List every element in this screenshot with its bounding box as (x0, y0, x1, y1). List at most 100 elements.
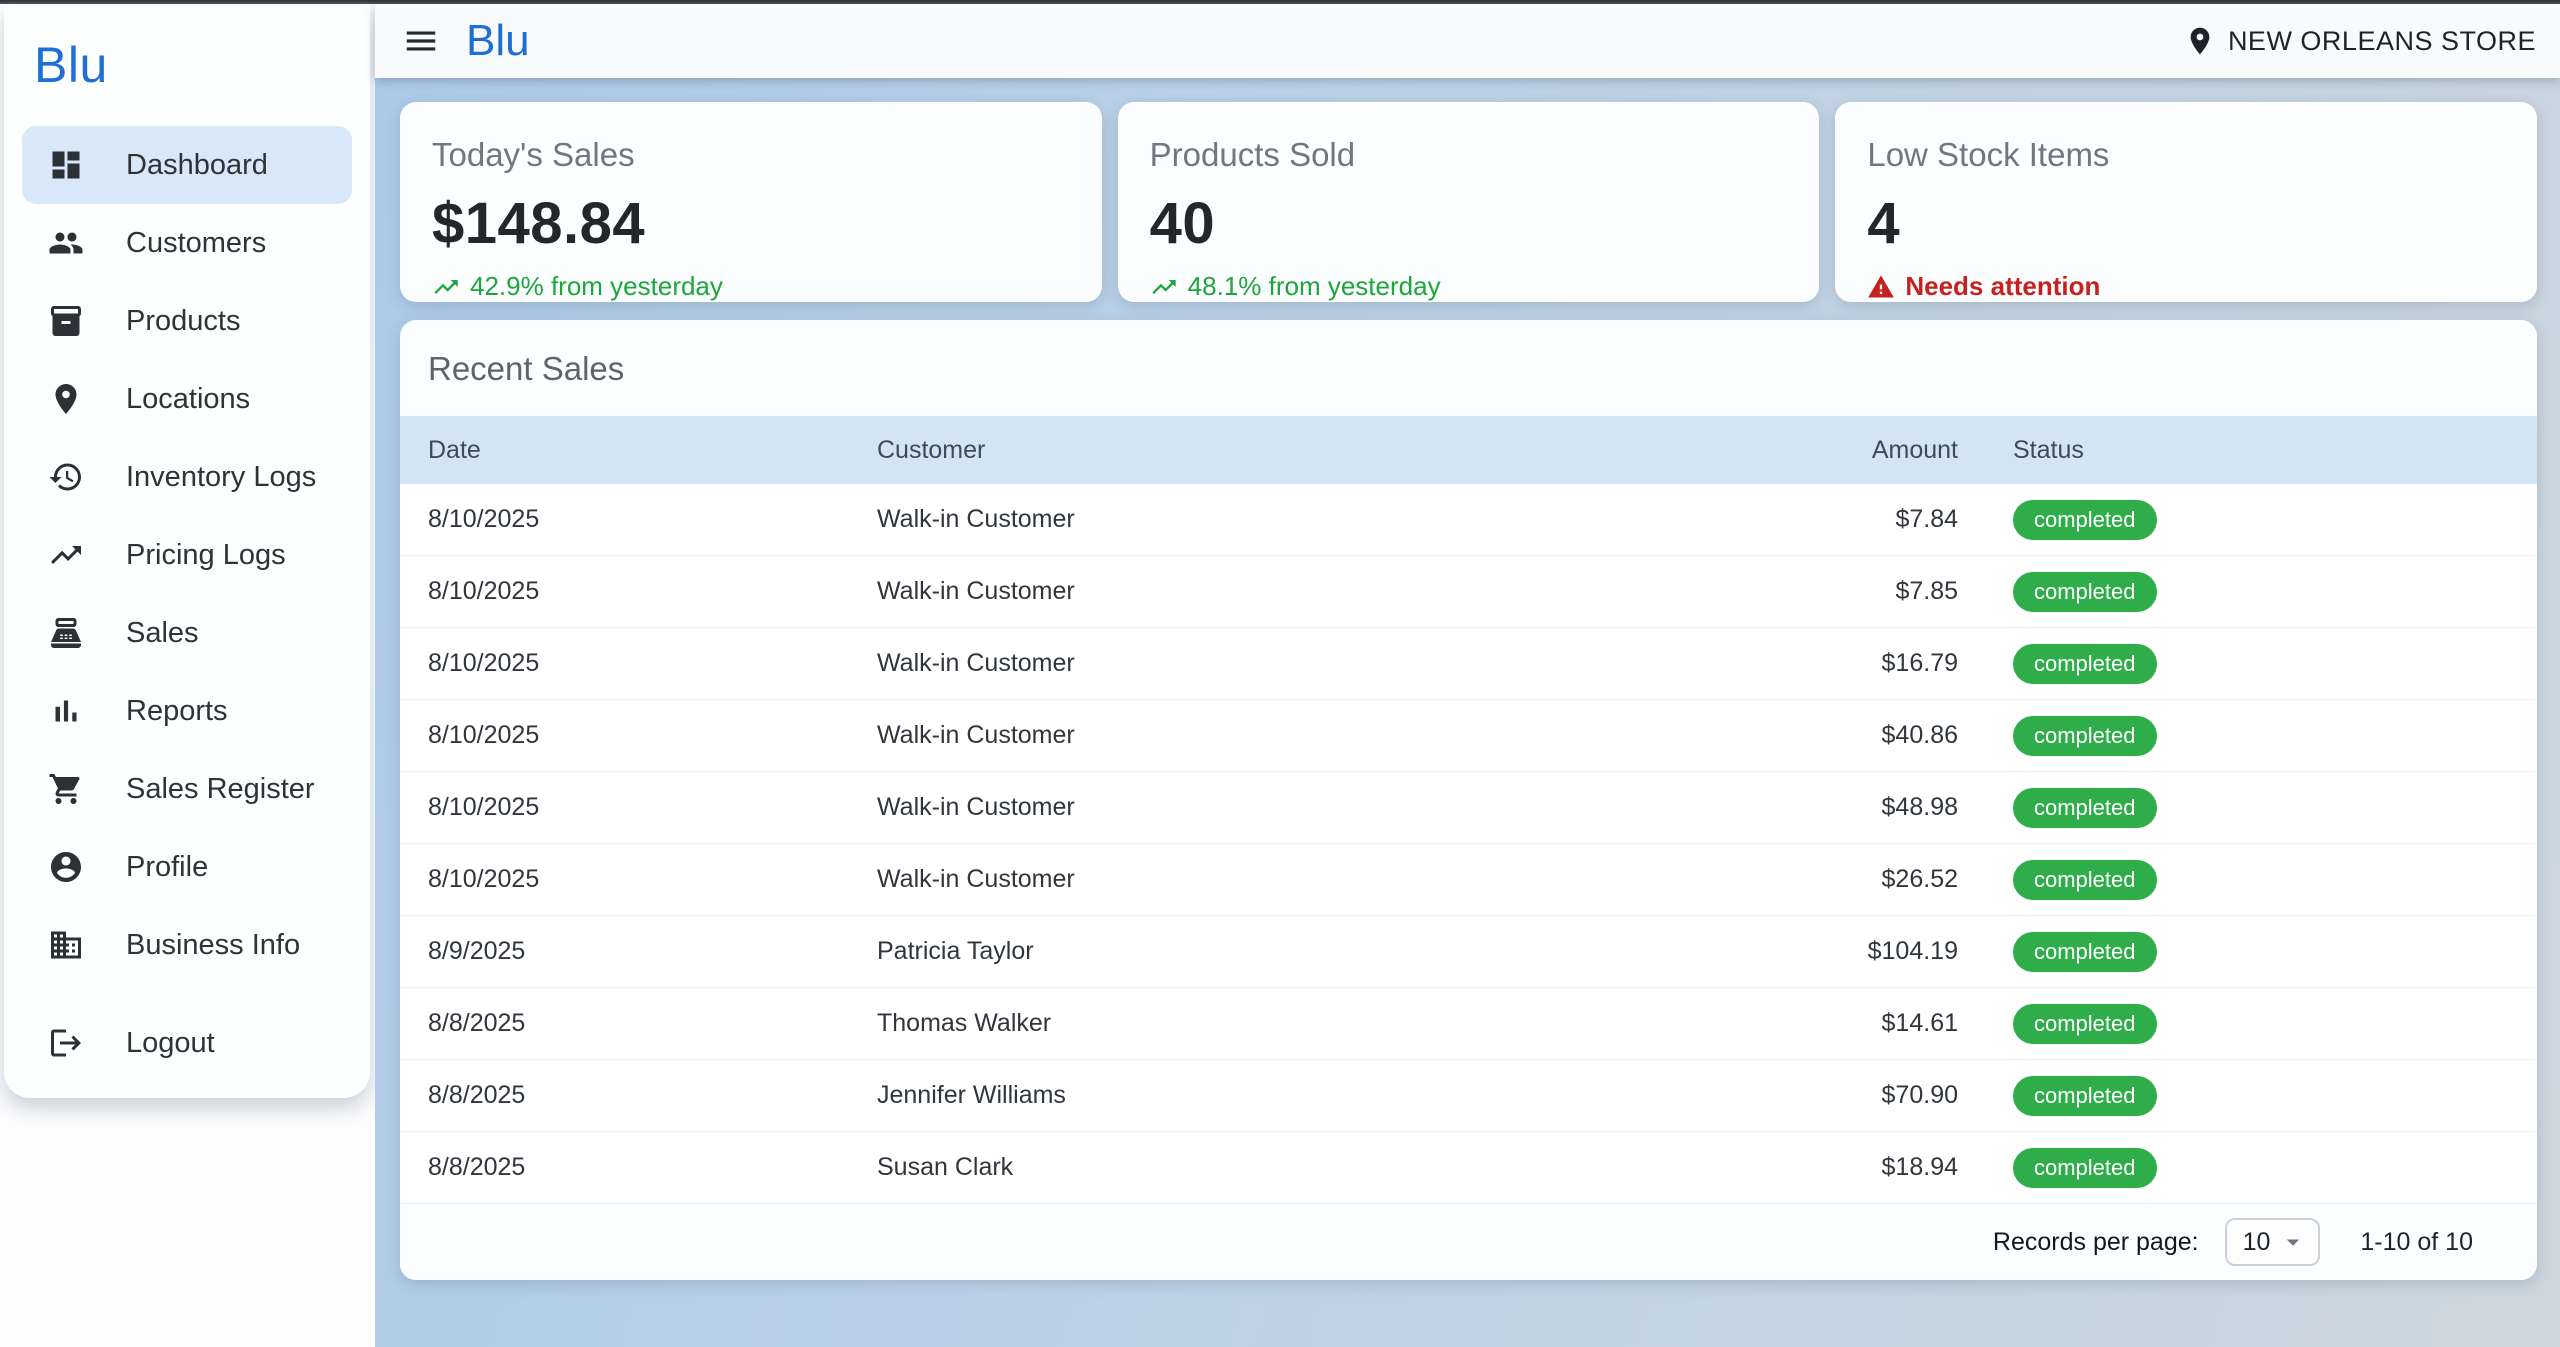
sale-amount: $7.85 (1680, 577, 1958, 606)
table-row: 8/10/2025 Walk-in Customer $7.85 complet… (400, 556, 2537, 628)
inventory-icon (48, 303, 84, 339)
sale-status: completed (1958, 1076, 2509, 1116)
pagination-range: 1-10 of 10 (2360, 1228, 2473, 1257)
sale-amount: $14.61 (1680, 1009, 1958, 1038)
app-window: Blu Dashboard Customers Products Locatio… (0, 4, 2560, 1347)
dashboard-icon (48, 147, 84, 183)
stat-card-today-s-sales: Today's Sales $148.84 42.9% from yesterd… (400, 102, 1102, 302)
sidebar-item-pricing-logs[interactable]: Pricing Logs (22, 516, 352, 594)
trending-up-icon (432, 273, 460, 301)
stat-trend-text: Needs attention (1905, 271, 2100, 302)
sale-status: completed (1958, 1004, 2509, 1044)
warning-icon (1867, 273, 1895, 301)
sidebar-item-locations[interactable]: Locations (22, 360, 352, 438)
point-of-sale-icon (48, 615, 84, 651)
sidebar-item-logout[interactable]: Logout (22, 1004, 352, 1082)
sale-date: 8/9/2025 (428, 937, 877, 966)
stat-trend: Needs attention (1867, 271, 2505, 302)
stat-value: 40 (1150, 190, 1788, 257)
sidebar-item-sales[interactable]: Sales (22, 594, 352, 672)
stat-trend-text: 42.9% from yesterday (470, 271, 723, 302)
location-pin-icon (2184, 25, 2216, 57)
sale-amount: $7.84 (1680, 505, 1958, 534)
status-badge: completed (2013, 644, 2157, 684)
menu-icon[interactable] (400, 20, 442, 62)
sidebar-item-dashboard[interactable]: Dashboard (22, 126, 352, 204)
sale-customer: Patricia Taylor (877, 937, 1680, 966)
records-per-page-value: 10 (2243, 1228, 2271, 1257)
topbar: Blu NEW ORLEANS STORE (375, 4, 2560, 78)
sale-customer: Walk-in Customer (877, 649, 1680, 678)
table-pagination: Records per page: 10 1-10 of 10 (400, 1204, 2537, 1280)
sale-status: completed (1958, 932, 2509, 972)
business-icon (48, 927, 84, 963)
records-per-page-select[interactable]: 10 (2225, 1218, 2321, 1266)
dashboard-content: Today's Sales $148.84 42.9% from yesterd… (375, 78, 2560, 1280)
arrow-drop-down-icon (2278, 1227, 2308, 1257)
table-row: 8/10/2025 Walk-in Customer $16.79 comple… (400, 628, 2537, 700)
status-badge: completed (2013, 716, 2157, 756)
bar-chart-icon (48, 693, 84, 729)
sale-date: 8/10/2025 (428, 793, 877, 822)
table-row: 8/10/2025 Walk-in Customer $7.84 complet… (400, 484, 2537, 556)
table-row: 8/8/2025 Jennifer Williams $70.90 comple… (400, 1060, 2537, 1132)
place-icon (48, 381, 84, 417)
sale-date: 8/8/2025 (428, 1153, 877, 1182)
stat-title: Products Sold (1150, 136, 1788, 174)
records-per-page-label: Records per page: (1993, 1228, 2199, 1257)
sidebar-item-business-info[interactable]: Business Info (22, 906, 352, 984)
main-area: Blu NEW ORLEANS STORE Today's Sales $148… (375, 4, 2560, 1347)
sale-customer: Susan Clark (877, 1153, 1680, 1182)
people-icon (48, 225, 84, 261)
status-badge: completed (2013, 932, 2157, 972)
table-row: 8/10/2025 Walk-in Customer $26.52 comple… (400, 844, 2537, 916)
sale-customer: Walk-in Customer (877, 793, 1680, 822)
trending-up-icon (1150, 273, 1178, 301)
sidebar-item-inventory-logs[interactable]: Inventory Logs (22, 438, 352, 516)
sale-date: 8/10/2025 (428, 505, 877, 534)
trending-up-icon (48, 537, 84, 573)
table-row: 8/8/2025 Susan Clark $18.94 completed (400, 1132, 2537, 1204)
sale-amount: $26.52 (1680, 865, 1958, 894)
sidebar-item-profile[interactable]: Profile (22, 828, 352, 906)
stat-title: Low Stock Items (1867, 136, 2505, 174)
sidebar-nav: Dashboard Customers Products Locations I… (4, 126, 370, 1082)
stats-row: Today's Sales $148.84 42.9% from yesterd… (400, 102, 2537, 302)
sale-customer: Walk-in Customer (877, 721, 1680, 750)
stat-trend: 42.9% from yesterday (432, 271, 1070, 302)
table-body: 8/10/2025 Walk-in Customer $7.84 complet… (400, 484, 2537, 1204)
logout-icon (48, 1025, 84, 1061)
table-row: 8/8/2025 Thomas Walker $14.61 completed (400, 988, 2537, 1060)
store-selector[interactable]: NEW ORLEANS STORE (2184, 25, 2536, 57)
sale-date: 8/8/2025 (428, 1081, 877, 1110)
sidebar-item-customers[interactable]: Customers (22, 204, 352, 282)
sale-status: completed (1958, 644, 2509, 684)
sidebar: Blu Dashboard Customers Products Locatio… (0, 4, 375, 1347)
status-badge: completed (2013, 1004, 2157, 1044)
sidebar-item-reports[interactable]: Reports (22, 672, 352, 750)
stat-trend-text: 48.1% from yesterday (1188, 271, 1441, 302)
status-badge: completed (2013, 1148, 2157, 1188)
sale-amount: $18.94 (1680, 1153, 1958, 1182)
status-badge: completed (2013, 788, 2157, 828)
table-row: 8/9/2025 Patricia Taylor $104.19 complet… (400, 916, 2537, 988)
column-header-status: Status (1958, 436, 2509, 465)
sale-date: 8/8/2025 (428, 1009, 877, 1038)
account-circle-icon (48, 849, 84, 885)
sale-customer: Walk-in Customer (877, 577, 1680, 606)
sale-customer: Thomas Walker (877, 1009, 1680, 1038)
sidebar-item-products[interactable]: Products (22, 282, 352, 360)
app-logo: Blu (4, 36, 370, 94)
sidebar-item-sales-register[interactable]: Sales Register (22, 750, 352, 828)
stat-card-low-stock-items: Low Stock Items 4 Needs attention (1835, 102, 2537, 302)
history-icon (48, 459, 84, 495)
sale-amount: $16.79 (1680, 649, 1958, 678)
stat-value: $148.84 (432, 190, 1070, 257)
status-badge: completed (2013, 500, 2157, 540)
sale-status: completed (1958, 572, 2509, 612)
sidebar-card: Blu Dashboard Customers Products Locatio… (4, 6, 370, 1098)
stat-title: Today's Sales (432, 136, 1070, 174)
column-header-date: Date (428, 436, 877, 465)
page-title: Blu (466, 16, 530, 66)
sale-customer: Walk-in Customer (877, 505, 1680, 534)
